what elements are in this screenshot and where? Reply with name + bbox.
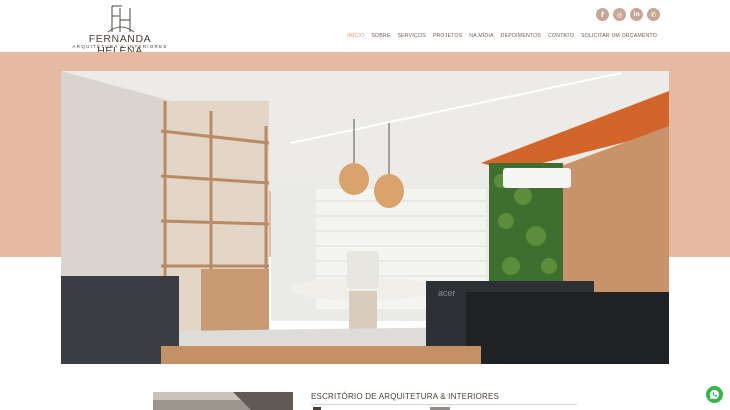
nav-item-projetos[interactable]: PROJETOS	[433, 33, 462, 39]
brand-tagline: ARQUITETURA & INTERIORES	[72, 44, 168, 49]
nav-item-solicitar-orcamento[interactable]: SOLICITAR UM ORÇAMENTO	[581, 33, 657, 39]
monitor-brand-label: acer	[438, 288, 456, 298]
nav-item-na-midia[interactable]: NA MÍDIA	[469, 33, 493, 39]
linkedin-icon[interactable]: in	[630, 8, 643, 21]
instagram-icon[interactable]: ◎	[613, 8, 626, 21]
nav-item-servicos[interactable]: SERVIÇOS	[397, 33, 425, 39]
about-divider	[311, 404, 577, 405]
main-nav: INÍCIO SOBRE SERVIÇOS PROJETOS NA MÍDIA …	[347, 33, 657, 39]
brand-logo[interactable]: FERNANDA HELENA ARQUITETURA & INTERIORES	[68, 4, 172, 57]
nav-item-inicio[interactable]: INÍCIO	[347, 33, 364, 39]
whatsapp-float-button[interactable]	[706, 386, 723, 403]
nav-item-depoimentos[interactable]: DEPOIMENTOS	[501, 33, 541, 39]
nav-item-sobre[interactable]: SOBRE	[371, 33, 390, 39]
hero-office-photo: acer	[61, 71, 669, 364]
whatsapp-icon[interactable]: ✆	[647, 8, 660, 21]
about-title: ESCRITÓRIO DE ARQUITETURA & INTERIORES	[311, 392, 500, 401]
about-photo	[153, 392, 293, 410]
nav-item-contato[interactable]: CONTATO	[548, 33, 574, 39]
site-header: FERNANDA HELENA ARQUITETURA & INTERIORES…	[0, 0, 730, 57]
social-links: f ◎ in ✆	[596, 8, 660, 21]
fh-monogram-icon	[107, 5, 135, 33]
facebook-icon[interactable]: f	[596, 8, 609, 21]
whatsapp-icon	[709, 389, 720, 400]
